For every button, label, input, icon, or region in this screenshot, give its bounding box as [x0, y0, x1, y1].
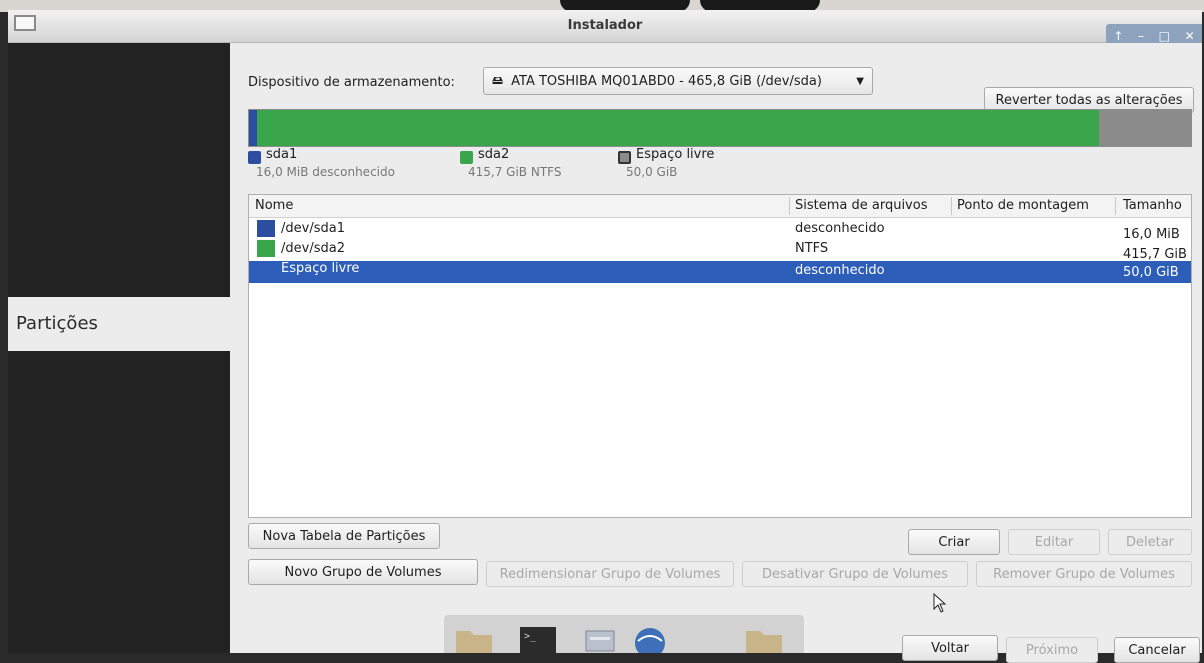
table-row[interactable]: /dev/sda2 NTFS 415,7 GiB [249, 239, 1191, 262]
terminal-icon[interactable]: >_ [518, 625, 558, 653]
delete-button[interactable]: Deletar [1108, 529, 1192, 555]
main-content: Dispositivo de armazenamento: 🖴 ATA TOSH… [230, 43, 1202, 663]
remove-volume-group-button[interactable]: Remover Grupo de Volumes [976, 561, 1192, 587]
back-button[interactable]: Voltar [902, 635, 998, 661]
titlebar[interactable]: Instalador ↑ – □ ✕ [8, 10, 1202, 48]
cell-filesystem: NTFS [795, 241, 829, 256]
folder-icon[interactable] [454, 625, 494, 653]
sidebar: Partições [8, 43, 230, 653]
column-header-filesystem[interactable]: Sistema de arquivos [795, 198, 927, 213]
legend-meta: 16,0 MiB desconhecido [256, 165, 395, 179]
deactivate-volume-group-button[interactable]: Desativar Grupo de Volumes [742, 561, 968, 587]
legend-fs: NTFS [530, 165, 562, 179]
cell-filesystem: desconhecido [795, 221, 885, 236]
disk-usage-bar [248, 109, 1192, 147]
legend-fs: desconhecido [312, 165, 395, 179]
cell-size: 415,7 GiB [1123, 247, 1187, 262]
cell-name: /dev/sda2 [281, 241, 345, 256]
window-title: Instalador [567, 18, 643, 33]
device-label: Dispositivo de armazenamento: [248, 75, 455, 90]
device-select-value: ATA TOSHIBA MQ01ABD0 - 465,8 GiB (/dev/s… [511, 73, 822, 89]
disk-icon: 🖴 [492, 73, 504, 87]
partition-table: Nome Sistema de arquivos Ponto de montag… [248, 194, 1192, 613]
segment-sda1[interactable] [249, 110, 257, 146]
legend-name: sda1 [266, 147, 298, 162]
column-separator [1115, 197, 1116, 215]
new-volume-group-button[interactable]: Novo Grupo de Volumes [248, 559, 478, 585]
table-header: Nome Sistema de arquivos Ponto de montag… [249, 195, 1191, 218]
legend-name: Espaço livre [636, 147, 715, 162]
column-header-size[interactable]: Tamanho [1123, 198, 1182, 213]
cell-filesystem: desconhecido [795, 263, 885, 278]
sidebar-item-label: Partições [16, 313, 98, 334]
close-icon[interactable]: ✕ [1185, 29, 1195, 43]
legend-size: 415,7 GiB [468, 165, 528, 179]
svg-text:>_: >_ [524, 631, 537, 642]
sidebar-item-particoes[interactable]: Partições [8, 297, 230, 351]
cell-name: Espaço livre [281, 261, 360, 276]
create-button[interactable]: Criar [908, 529, 1000, 555]
legend-swatch [248, 151, 261, 164]
legend-meta: 415,7 GiB NTFS [468, 165, 562, 179]
table-row[interactable]: Espaço livre desconhecido 50,0 GiB [249, 261, 1191, 283]
segment-sda2[interactable] [257, 110, 1099, 146]
chevron-down-icon: ▼ [856, 75, 864, 87]
taskbar: >_ [444, 615, 804, 653]
partition-color-swatch [257, 220, 275, 237]
folder-icon[interactable] [744, 625, 784, 653]
partition-color-swatch [257, 240, 275, 257]
maximize-icon[interactable]: □ [1159, 29, 1170, 43]
cell-name: /dev/sda1 [281, 221, 345, 236]
cell-size: 50,0 GiB [1123, 265, 1179, 280]
legend-swatch [618, 151, 631, 164]
mouse-pointer-icon [933, 593, 947, 613]
network-icon[interactable] [630, 625, 670, 653]
column-separator [789, 197, 790, 215]
column-header-name[interactable]: Nome [255, 198, 293, 213]
cancel-button[interactable]: Cancelar [1114, 637, 1200, 663]
new-partition-table-button[interactable]: Nova Tabela de Partições [248, 523, 440, 549]
legend-size: 16,0 MiB [256, 165, 309, 179]
segment-free-space[interactable] [1099, 110, 1191, 146]
column-separator [951, 197, 952, 215]
next-button[interactable]: Próximo [1006, 637, 1098, 663]
edit-button[interactable]: Editar [1008, 529, 1100, 555]
installer-window: Instalador ↑ – □ ✕ Partições Dispositivo… [8, 10, 1202, 663]
partition-color-swatch [257, 262, 275, 279]
legend-swatch [460, 151, 473, 164]
table-row[interactable]: /dev/sda1 desconhecido 16,0 MiB [249, 219, 1191, 242]
column-header-mountpoint[interactable]: Ponto de montagem [957, 198, 1089, 213]
legend-size: 50,0 GiB [626, 165, 678, 179]
pin-icon[interactable]: ↑ [1113, 29, 1123, 43]
device-select[interactable]: 🖴 ATA TOSHIBA MQ01ABD0 - 465,8 GiB (/dev… [483, 67, 873, 95]
files-icon[interactable] [582, 625, 618, 653]
legend-name: sda2 [478, 147, 510, 162]
resize-volume-group-button[interactable]: Redimensionar Grupo de Volumes [486, 561, 734, 587]
minimize-icon[interactable]: – [1138, 29, 1144, 43]
